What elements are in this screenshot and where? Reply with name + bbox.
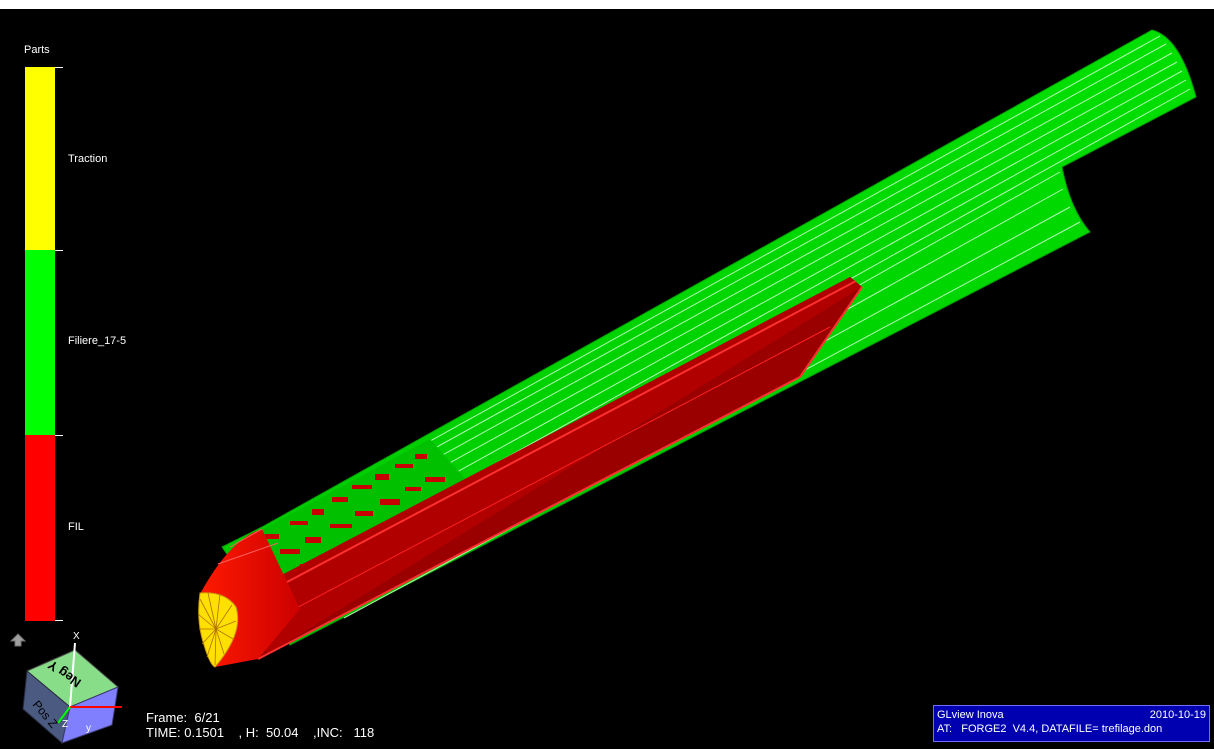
axis-x-label: X [73, 631, 80, 642]
h-value: 50.04 [265, 725, 299, 740]
product-name: GLview Inova [937, 709, 1004, 721]
frame-line: Frame: 6/21 [146, 710, 220, 725]
inc-value: 118 [353, 725, 375, 740]
h-label: , H: [238, 725, 259, 740]
model-scene[interactable] [0, 9, 1214, 749]
product-date: 2010-10-19 [1149, 709, 1206, 721]
frame-readout: Frame: 6/21 TIME: 0.1501 , H: 50.04 ,INC… [146, 710, 374, 740]
inc-label: ,INC: [312, 725, 343, 740]
time-label: TIME: [146, 725, 181, 740]
3d-viewport[interactable]: Parts Traction Filiere_17-5 FIL X Z y Ne… [0, 9, 1214, 749]
axis-y-label: y [86, 723, 91, 734]
wire-part [200, 277, 863, 667]
time-value: 0.1501 [184, 725, 225, 740]
info-box: GLview Inova 2010-10-19 AT: FORGE2 V4.4,… [933, 705, 1210, 742]
datafile-line: AT: FORGE2 V4.4, DATAFILE= trefilage.don [937, 723, 1163, 735]
axis-z-label: Z [62, 719, 68, 730]
orientation-cube[interactable]: X Z y Neg Y Pos Z [0, 627, 140, 749]
